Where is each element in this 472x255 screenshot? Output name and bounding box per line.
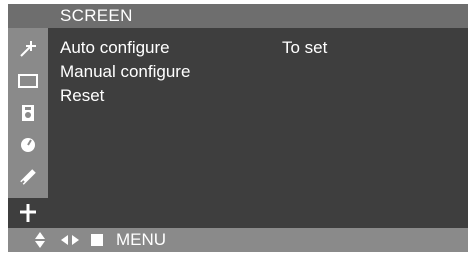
osd-footer: MENU bbox=[8, 228, 468, 252]
osd-menu: SCREEN Auto configure To set Manual conf… bbox=[8, 4, 468, 252]
tracking-icon[interactable] bbox=[13, 162, 43, 192]
menu-item-manual-configure[interactable]: Manual configure bbox=[60, 62, 190, 82]
menu-item-reset[interactable]: Reset bbox=[60, 86, 104, 106]
page-title: SCREEN bbox=[60, 6, 133, 25]
menu-label: MENU bbox=[116, 230, 167, 249]
left-right-icon bbox=[60, 228, 80, 252]
menu-item-auto-configure[interactable]: Auto configure bbox=[60, 38, 170, 58]
display-icon[interactable] bbox=[13, 66, 43, 96]
crosshair-icon[interactable] bbox=[8, 198, 48, 228]
color-icon[interactable] bbox=[13, 98, 43, 128]
osd-header: SCREEN bbox=[8, 4, 468, 28]
sidebar bbox=[8, 28, 48, 228]
up-down-icon bbox=[34, 228, 46, 252]
square-icon bbox=[90, 228, 104, 252]
brightness-icon[interactable] bbox=[13, 34, 43, 64]
clock-icon[interactable] bbox=[13, 130, 43, 160]
auto-configure-value[interactable]: To set bbox=[282, 38, 327, 58]
